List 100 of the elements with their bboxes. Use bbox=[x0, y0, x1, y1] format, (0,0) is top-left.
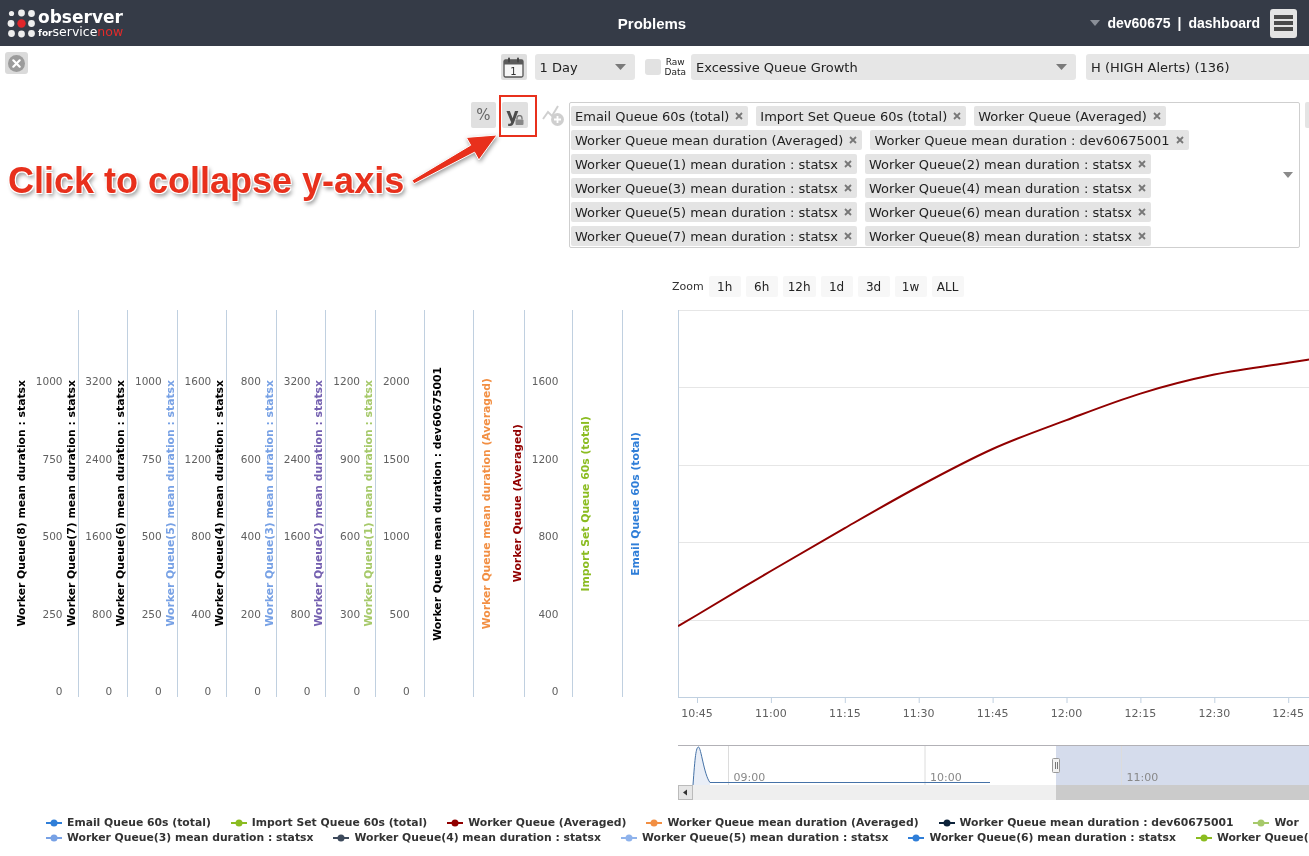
navigator-time-label: 09:00 bbox=[733, 771, 766, 784]
x-axis-label: 11:15 bbox=[828, 707, 861, 720]
axis-tick-label: 0 bbox=[551, 683, 559, 698]
zoom-button[interactable]: 1w bbox=[894, 276, 927, 297]
series-select[interactable] bbox=[569, 102, 1300, 248]
zoom-button[interactable]: 12h bbox=[782, 276, 816, 297]
x-axis-label: 12:00 bbox=[1050, 707, 1083, 720]
left-arrow-icon bbox=[683, 789, 687, 796]
series-tag[interactable]: Worker Queue(2) mean duration : statsx bbox=[864, 154, 1151, 174]
menu-icon[interactable] bbox=[1274, 15, 1293, 31]
remove-icon[interactable] bbox=[843, 184, 852, 192]
user-menu[interactable]: dev60675 bbox=[1107, 15, 1171, 31]
axis-tick-label: 1600 bbox=[85, 529, 113, 544]
axis-tick-label: 600 bbox=[240, 451, 261, 466]
axis-tick-label: 250 bbox=[141, 606, 162, 621]
series-tag[interactable]: Worker Queue(8) mean duration : statsx bbox=[864, 226, 1151, 246]
severity-dropdown[interactable]: H (HIGH Alerts) (136) bbox=[1086, 54, 1309, 80]
dashboard-link[interactable]: dashboard bbox=[1188, 15, 1260, 31]
axis-tick-label: 300 bbox=[340, 606, 361, 621]
series-tag[interactable]: Worker Queue(4) mean duration : statsx bbox=[864, 178, 1151, 198]
x-axis-label: 11:00 bbox=[755, 707, 787, 720]
zoom-button[interactable]: 6h bbox=[745, 276, 778, 297]
scroll-left-button[interactable] bbox=[678, 785, 693, 800]
legend-item[interactable]: Worker Queue(6) mean duration : statsx bbox=[908, 830, 1176, 845]
axis-tick-label: 500 bbox=[389, 606, 410, 621]
series-tag[interactable]: Email Queue 60s (total) bbox=[571, 106, 749, 126]
caret-icon[interactable] bbox=[1283, 172, 1293, 178]
caret-icon[interactable] bbox=[1090, 20, 1101, 26]
axis-title: Worker Queue(1) mean duration : statsx bbox=[362, 380, 376, 627]
zoom-button[interactable]: 1h bbox=[708, 276, 741, 297]
legend-item[interactable]: Wor bbox=[1253, 815, 1299, 830]
raw-data-label: Raw Data bbox=[664, 57, 686, 77]
axis-tick-label: 800 bbox=[290, 606, 311, 621]
axis-tick-label: 500 bbox=[42, 529, 63, 544]
axis-tick-label: 1200 bbox=[531, 451, 559, 466]
axis-title: Worker Queue mean duration : dev60675001 bbox=[430, 366, 444, 641]
axis-tick-label: 750 bbox=[42, 451, 63, 466]
legend-item[interactable]: Worker Queue(5) mean duration : statsx bbox=[620, 830, 889, 845]
navigator-handle[interactable] bbox=[1052, 758, 1060, 773]
zoom-button[interactable]: 3d bbox=[857, 276, 890, 297]
percent-button[interactable]: % bbox=[471, 102, 496, 128]
series-tag[interactable]: Worker Queue(7) mean duration : statsx bbox=[571, 226, 857, 246]
x-axis-label: 11:30 bbox=[902, 707, 935, 720]
axis-tick-label: 750 bbox=[141, 451, 162, 466]
period-dropdown[interactable]: 1 Day bbox=[534, 54, 635, 80]
remove-icon[interactable] bbox=[849, 136, 858, 144]
problem-dropdown[interactable]: Excessive Queue Growth bbox=[691, 54, 1076, 80]
axis-title: Worker Queue(3) mean duration : statsx bbox=[262, 380, 276, 627]
series-tag[interactable]: Worker Queue(3) mean duration : statsx bbox=[571, 178, 857, 198]
remove-icon[interactable] bbox=[1137, 208, 1146, 216]
menu-button[interactable] bbox=[1270, 8, 1297, 38]
remove-icon[interactable] bbox=[843, 208, 852, 216]
series-tag[interactable]: Import Set Queue 60s (total) bbox=[756, 106, 967, 126]
axis-tick-label: 400 bbox=[538, 606, 559, 621]
legend-item[interactable]: Worker Queue mean duration : dev60675001 bbox=[938, 815, 1234, 830]
remove-icon[interactable] bbox=[953, 112, 962, 120]
navigator-time-label: 10:00 bbox=[930, 771, 962, 784]
axis-tick-label: 250 bbox=[42, 606, 63, 621]
zoom-button[interactable]: ALL bbox=[931, 276, 964, 297]
caret-icon[interactable] bbox=[614, 64, 626, 70]
axis-tick-label: 1600 bbox=[531, 374, 559, 389]
legend-item[interactable]: Email Queue 60s (total) bbox=[46, 815, 211, 830]
series-tag[interactable]: Worker Queue(6) mean duration : statsx bbox=[864, 202, 1151, 222]
legend-item[interactable]: Worker Queue(4) mean duration : statsx bbox=[333, 830, 601, 845]
remove-icon[interactable] bbox=[1137, 184, 1146, 192]
legend-item[interactable]: Worker Queue( bbox=[1195, 830, 1309, 845]
caret-icon[interactable] bbox=[1056, 64, 1067, 70]
axis-tick-label: 2000 bbox=[382, 374, 410, 389]
legend-item[interactable]: Import Set Queue 60s (total) bbox=[230, 815, 428, 830]
remove-icon[interactable] bbox=[1137, 160, 1146, 168]
axis-tick-label: 0 bbox=[254, 683, 261, 698]
remove-icon[interactable] bbox=[843, 160, 852, 168]
series-tag[interactable]: Worker Queue(5) mean duration : statsx bbox=[571, 202, 857, 222]
axis-tick-label: 1000 bbox=[382, 529, 410, 544]
raw-data-checkbox[interactable] bbox=[644, 59, 661, 75]
remove-icon[interactable] bbox=[1137, 232, 1146, 240]
legend-item[interactable]: Worker Queue(3) mean duration : statsx bbox=[46, 830, 314, 845]
axis-tick-label: 0 bbox=[303, 683, 311, 698]
series-tag[interactable]: Worker Queue mean duration (Averaged) bbox=[571, 130, 863, 150]
series-tag[interactable]: Worker Queue (Averaged) bbox=[974, 106, 1166, 126]
legend-item[interactable]: Worker Queue mean duration (Averaged) bbox=[646, 815, 919, 830]
axis-tick-label: 1200 bbox=[333, 374, 361, 389]
series-tag[interactable]: Worker Queue(1) mean duration : statsx bbox=[571, 154, 857, 174]
remove-icon[interactable] bbox=[735, 112, 744, 120]
axis-tick-label: 600 bbox=[340, 529, 361, 544]
zoom-button[interactable]: 1d bbox=[820, 276, 853, 297]
axis-tick-label: 800 bbox=[191, 529, 212, 544]
legend-item[interactable]: Worker Queue (Averaged) bbox=[447, 815, 627, 830]
y-axis-button[interactable]: y bbox=[502, 102, 528, 128]
axis-title: Worker Queue(2) mean duration : statsx bbox=[312, 380, 326, 627]
series-tag[interactable]: Worker Queue mean duration : dev60675001 bbox=[870, 130, 1189, 150]
x-axis-label: 10:45 bbox=[681, 707, 713, 720]
remove-icon[interactable] bbox=[1175, 136, 1184, 144]
remove-icon[interactable] bbox=[1152, 112, 1161, 120]
axis-tick-label: 500 bbox=[141, 529, 162, 544]
annotation-text: Click to collapse y-axis bbox=[8, 160, 405, 201]
scrollbar-thumb[interactable] bbox=[1056, 785, 1309, 800]
remove-icon[interactable] bbox=[843, 232, 852, 240]
highlight-frame bbox=[499, 95, 537, 137]
page-title: Problems bbox=[617, 14, 687, 32]
